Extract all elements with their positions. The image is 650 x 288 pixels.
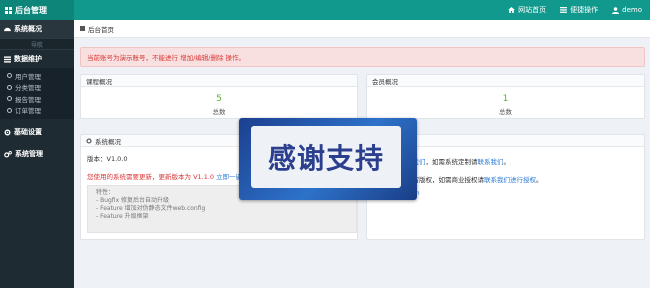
member-count: 1: [502, 94, 509, 104]
dashboard-icon: [4, 27, 11, 32]
sidebar-item-label: 基础设置: [14, 128, 42, 136]
sidebar-item-basic-settings[interactable]: 基础设置: [0, 123, 74, 141]
circle-icon: [7, 73, 12, 79]
sidebar-item-system-management[interactable]: 系统管理: [0, 145, 74, 163]
member-count-label: 总数: [499, 108, 512, 116]
sidebar-item-label: 报告管理: [15, 95, 41, 104]
gear-icon: [4, 129, 11, 135]
alert-account: 演示账号: [119, 54, 146, 62]
course-count: 5: [216, 94, 222, 104]
sidebar-item-label: 订单管理: [15, 107, 41, 116]
breadcrumb-home[interactable]: 后台首页: [88, 24, 114, 34]
sidebar-item-orders[interactable]: 订单管理: [0, 105, 74, 117]
gear-icon: [86, 137, 92, 144]
thanks-banner: 感谢支持: [239, 118, 417, 200]
circle-icon: [7, 84, 12, 90]
list-icon: [4, 55, 11, 63]
quick-actions-label: 便捷操作: [570, 6, 599, 14]
site-home-label: 网站首页: [518, 6, 547, 14]
course-overview-panel: 课程概况 5 总数: [80, 74, 358, 119]
username: demo: [622, 6, 642, 14]
demo-account-alert: 当前账号为 演示账号 ，不能进行 增加/编辑/删除 操作。: [80, 47, 645, 67]
alert-prefix: 当前账号为: [87, 54, 120, 62]
panel-title: 系统概况: [95, 137, 121, 146]
sidebar-submenu: 用户管理 分类管理 报告管理 订单管理: [0, 68, 74, 119]
member-overview-panel: 会员概况 1 总数: [366, 74, 645, 119]
grid-icon: [80, 26, 85, 31]
grid-icon: [5, 6, 12, 14]
list-icon: [560, 7, 568, 13]
update-notice: 您使用的系统需要更新，更新版本为 V1.1.0: [87, 173, 215, 181]
contact-us-link[interactable]: 联系我们: [478, 158, 504, 166]
circle-icon: [7, 96, 12, 102]
sidebar-item-reports[interactable]: 报告管理: [0, 93, 74, 105]
sidebar-item-categories[interactable]: 分类管理: [0, 82, 74, 94]
home-icon: [508, 7, 515, 13]
sidebar-item-data-maintenance[interactable]: 数据维护: [0, 50, 74, 68]
sidebar-item-label: 数据维护: [14, 55, 42, 63]
user-menu[interactable]: demo: [612, 6, 642, 14]
sidebar-item-users[interactable]: 用户管理: [0, 70, 74, 82]
brand[interactable]: 后台管理: [0, 0, 74, 20]
changelog-item: - Feature 增加对伪静态文件web.config: [96, 205, 206, 212]
sidebar-item-label: 用户管理: [15, 72, 41, 81]
quick-actions-link[interactable]: 便捷操作: [560, 5, 598, 15]
sidebar-item-label: 系统管理: [15, 150, 43, 158]
panel-title: 会员概况: [372, 77, 398, 86]
sidebar-nav-label: 导航: [0, 38, 74, 50]
sidebar-item-label: 系统概况: [14, 25, 42, 33]
sidebar-item-overview[interactable]: 系统概况: [0, 20, 74, 38]
breadcrumb: 后台首页: [74, 20, 650, 38]
alert-suffix: ，不能进行 增加/编辑/删除 操作。: [145, 54, 246, 62]
brand-title: 后台管理: [15, 5, 47, 15]
banner-text: 感谢支持: [267, 142, 384, 175]
sidebar-item-label: 分类管理: [15, 84, 41, 93]
license-link[interactable]: 联系我们进行授权: [484, 176, 536, 184]
circle-icon: [7, 107, 12, 113]
top-bar: 后台管理 网站首页 便捷操作 demo: [0, 0, 650, 20]
gears-icon: [4, 150, 12, 157]
course-count-label: 总数: [212, 108, 226, 116]
panel-title: 课程概况: [86, 77, 112, 86]
sidebar: 系统概况 导航 数据维护 用户管理 分类管理 报告管理 订单管理 基础设置 系统…: [0, 20, 74, 288]
site-home-link[interactable]: 网站首页: [508, 5, 546, 15]
user-icon: [612, 6, 620, 14]
changelog-item: - Feature 升级框架: [96, 213, 149, 220]
